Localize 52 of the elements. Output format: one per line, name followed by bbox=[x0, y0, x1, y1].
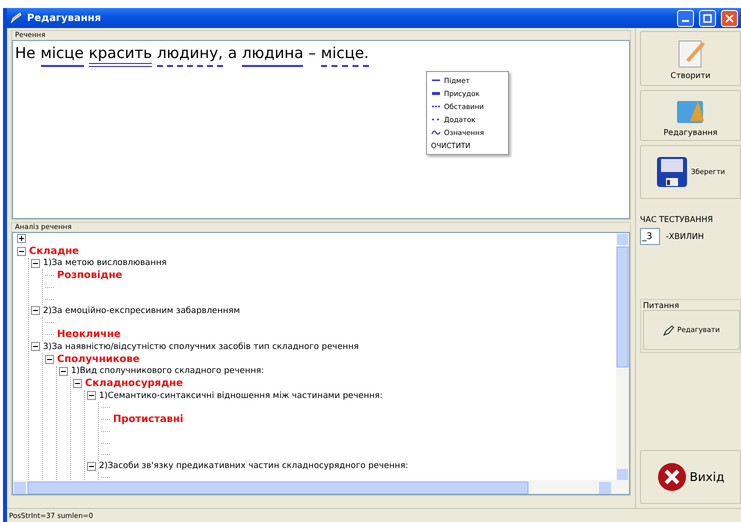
window-title: Редагування bbox=[27, 12, 102, 24]
close-icon bbox=[725, 14, 734, 22]
expand-toggle[interactable] bbox=[17, 234, 26, 244]
dotted-line-icon bbox=[431, 116, 441, 123]
tree-item[interactable]: 1)Семантико-синтаксичні відношення між частинами речення: bbox=[99, 390, 383, 401]
vertical-scrollbar[interactable] bbox=[616, 233, 629, 480]
maximize-button[interactable] bbox=[699, 10, 716, 26]
sentence-word[interactable]: людину, bbox=[157, 44, 223, 67]
pencil-icon bbox=[663, 324, 674, 336]
collapse-toggle[interactable] bbox=[73, 379, 82, 388]
create-button[interactable]: Створити bbox=[640, 31, 741, 86]
dashed-line-icon bbox=[431, 103, 441, 110]
collapse-toggle[interactable] bbox=[31, 342, 40, 352]
tree-item[interactable]: 2)За емоційно-експресивним забарвленням bbox=[43, 306, 240, 316]
collapse-toggle[interactable] bbox=[87, 391, 96, 400]
sentence-word[interactable]: місце bbox=[40, 44, 84, 67]
collapse-toggle[interactable] bbox=[87, 462, 96, 471]
sentence-word[interactable]: людина bbox=[242, 44, 304, 67]
tree-item[interactable]: 3)За наявністю/відсутністю сполучних засобів тип складного речення bbox=[43, 342, 359, 352]
exit-button[interactable]: Вихід bbox=[640, 450, 741, 504]
tree-item[interactable]: Неокличне bbox=[57, 329, 121, 340]
collapse-toggle[interactable] bbox=[31, 258, 40, 268]
close-icon bbox=[656, 462, 687, 492]
tree-item[interactable]: 1)За метою висловлювання bbox=[43, 258, 167, 268]
group-label: Питання bbox=[643, 301, 680, 310]
sentence-word[interactable]: красить bbox=[88, 44, 152, 67]
tree-item[interactable]: 1)Вид сполучникового складного речення: bbox=[71, 366, 264, 376]
minimize-icon bbox=[682, 20, 689, 22]
tree-item[interactable]: Розповідне bbox=[57, 270, 122, 281]
minimize-button[interactable] bbox=[677, 10, 694, 26]
pencil-icon bbox=[10, 12, 22, 24]
horizontal-scrollbar[interactable] bbox=[13, 480, 629, 494]
close-button[interactable] bbox=[721, 10, 738, 26]
tree-item[interactable]: Складносурядне bbox=[85, 378, 183, 389]
collapse-toggle[interactable] bbox=[31, 306, 40, 316]
collapse-toggle[interactable] bbox=[59, 366, 68, 376]
sentence-word[interactable]: Не bbox=[15, 44, 36, 67]
tree-item[interactable]: Сполучникове bbox=[57, 354, 140, 364]
collapse-toggle[interactable] bbox=[17, 246, 26, 256]
wavy-line-icon bbox=[431, 129, 441, 136]
sentence-word[interactable]: а bbox=[228, 44, 238, 67]
tree-item[interactable]: Складне bbox=[29, 246, 79, 256]
collapse-toggle[interactable] bbox=[45, 354, 54, 364]
minutes-field[interactable]: _3 bbox=[640, 228, 660, 245]
tree-item[interactable]: 2)Засоби зв'язку предикативних частин складносурядного речення: bbox=[99, 461, 408, 472]
sentence-word[interactable]: – bbox=[308, 44, 316, 67]
minutes-label: -ХВИЛИН bbox=[666, 232, 704, 241]
tree-item[interactable]: Протиставні bbox=[113, 414, 184, 425]
maximize-icon bbox=[703, 14, 712, 22]
edit-button[interactable]: Редагування bbox=[640, 90, 741, 141]
sentence-word[interactable]: місце. bbox=[320, 44, 369, 67]
test-time-label: ЧАС ТЕСТУВАННЯ bbox=[640, 215, 714, 224]
